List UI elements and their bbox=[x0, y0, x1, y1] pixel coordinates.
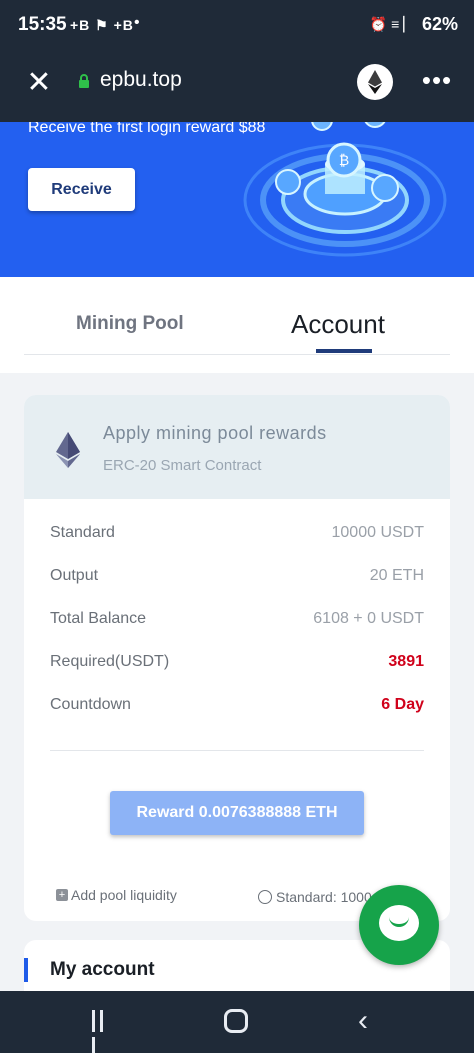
ethereum-icon bbox=[56, 432, 80, 468]
row-label: Countdown bbox=[50, 696, 131, 713]
row-label: Standard bbox=[50, 524, 115, 541]
standard-note-text: Standard: 1000 bbox=[276, 889, 372, 905]
tab-mining-pool[interactable]: Mining Pool bbox=[76, 313, 184, 335]
row-value: 6108 + 0 USDT bbox=[313, 610, 424, 627]
status-time: 15:35 bbox=[18, 14, 67, 35]
row-label: Total Balance bbox=[50, 610, 147, 627]
main-content: Mining Pool Account Apply mining pool re… bbox=[0, 277, 474, 1000]
system-icons: ⏰ ≡ ▏ bbox=[369, 16, 414, 32]
wallet-button[interactable] bbox=[357, 64, 393, 100]
lock-icon bbox=[79, 74, 89, 88]
info-row-standard: Standard 10000 USDT bbox=[50, 524, 424, 548]
tab-divider bbox=[24, 354, 450, 355]
add-pool-label: Add pool liquidity bbox=[71, 887, 177, 903]
info-row-required: Required(USDT) 3891 bbox=[50, 653, 424, 677]
mining-pool-card: Apply mining pool rewards ERC-20 Smart C… bbox=[24, 395, 450, 921]
browser-toolbar: ✕ epbu.top ••• bbox=[0, 52, 474, 122]
banner-message: Receive the first login reward $88 bbox=[28, 122, 266, 136]
row-value: 20 ETH bbox=[369, 567, 424, 584]
my-account-title: My account bbox=[50, 959, 155, 980]
row-label: Required(USDT) bbox=[50, 653, 170, 670]
info-row-output: Output 20 ETH bbox=[50, 567, 424, 591]
notification-dot: • bbox=[134, 14, 140, 31]
notification-icons: +B ⚑ +B bbox=[70, 17, 134, 33]
reward-button[interactable]: Reward 0.0076388888 ETH bbox=[110, 791, 364, 835]
card-title: Apply mining pool rewards bbox=[103, 423, 327, 443]
receive-button[interactable]: Receive bbox=[28, 168, 135, 211]
recents-icon[interactable] bbox=[92, 1010, 114, 1053]
home-icon[interactable] bbox=[224, 1009, 248, 1033]
back-icon[interactable]: ‹ bbox=[358, 1006, 368, 1036]
chat-button[interactable] bbox=[359, 885, 439, 965]
battery-level: 62% bbox=[421, 14, 458, 34]
row-label: Output bbox=[50, 567, 99, 584]
card-header: Apply mining pool rewards ERC-20 Smart C… bbox=[24, 395, 450, 499]
standard-note: Standard: 1000 bbox=[258, 889, 372, 905]
card-divider bbox=[50, 750, 424, 751]
url-text[interactable]: epbu.top bbox=[100, 68, 182, 92]
ethereum-icon bbox=[368, 70, 382, 94]
row-value: 6 Day bbox=[381, 696, 424, 713]
plus-icon: + bbox=[56, 889, 68, 902]
svg-text:₿: ₿ bbox=[339, 153, 349, 169]
crypto-illustration: ₿ bbox=[243, 122, 447, 257]
row-value: 10000 USDT bbox=[331, 524, 425, 541]
system-nav-bar: ‹ bbox=[0, 991, 474, 1053]
row-value: 3891 bbox=[388, 653, 424, 670]
add-pool-liquidity-link[interactable]: + Add pool liquidity bbox=[56, 887, 177, 903]
tab-bar: Mining Pool Account bbox=[0, 277, 474, 373]
promo-banner: Receive the first login reward $88 Recei… bbox=[0, 122, 474, 277]
info-row-total-balance: Total Balance 6108 + 0 USDT bbox=[50, 610, 424, 634]
close-icon[interactable]: ✕ bbox=[22, 66, 56, 100]
info-row-countdown: Countdown 6 Day bbox=[50, 696, 424, 720]
status-bar: 15:35 +B ⚑ +B • ⏰ ≡ ▏ 62% bbox=[0, 0, 474, 52]
section-accent-bar bbox=[24, 958, 28, 982]
card-subtitle: ERC-20 Smart Contract bbox=[103, 457, 262, 474]
tab-account[interactable]: Account bbox=[291, 309, 385, 340]
settings-icon bbox=[258, 890, 272, 905]
active-tab-indicator bbox=[316, 349, 372, 353]
more-icon[interactable]: ••• bbox=[420, 62, 454, 98]
